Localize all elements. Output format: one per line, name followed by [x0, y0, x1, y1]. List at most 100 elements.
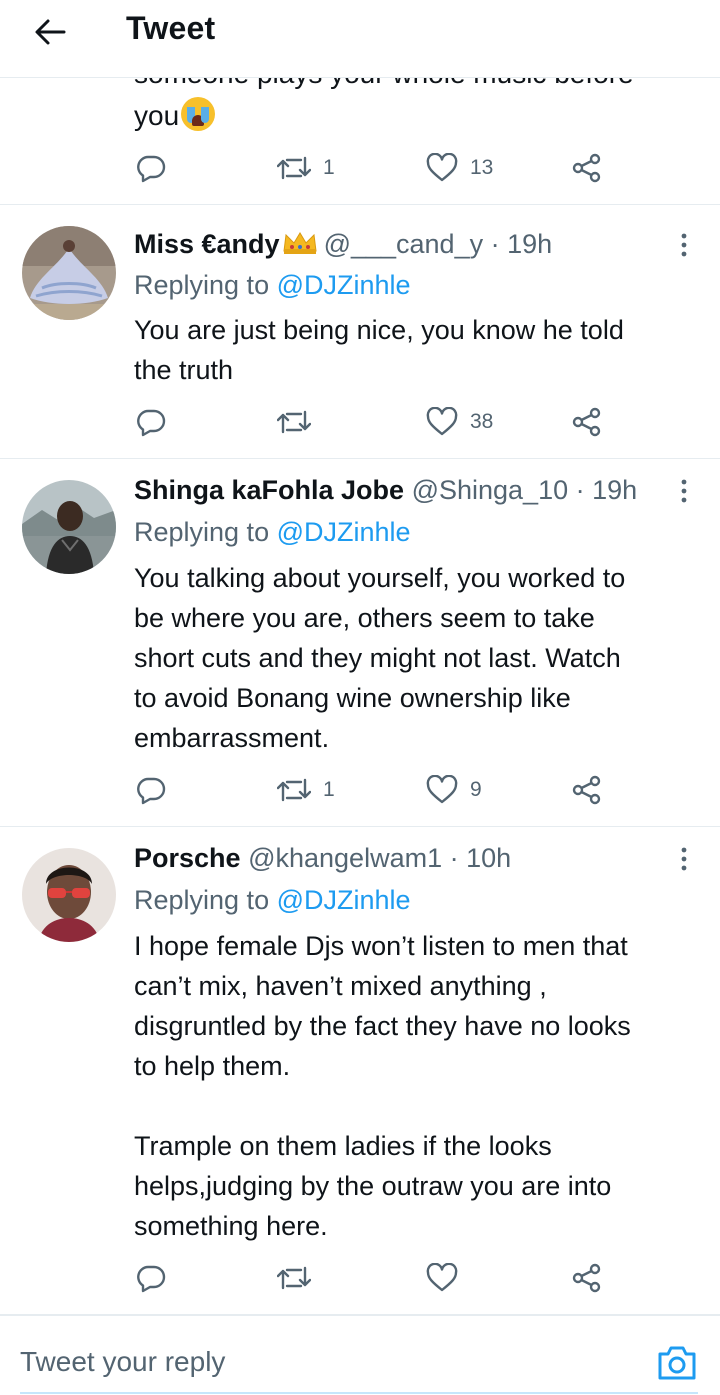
- replying-to-label: Replying to: [134, 885, 270, 915]
- share-icon: [572, 407, 601, 437]
- retweet-count: 1: [323, 778, 335, 801]
- replying-to-label: Replying to: [134, 270, 270, 300]
- tweet-text-line: helps,judging by the outraw you are into: [134, 1171, 612, 1201]
- tweet-text-line: Trample on them ladies if the looks: [134, 1131, 552, 1161]
- like-count: 38: [470, 410, 494, 433]
- tweet-text: You talking about yourself, you worked t…: [134, 558, 704, 758]
- retweet-icon: [277, 778, 311, 802]
- loudly-crying-face-icon: [181, 97, 216, 131]
- tweet-text-line: You are just being nice, you know he tol…: [134, 315, 624, 345]
- tweet-header: Shinga kaFohla Jobe @Shinga_10 · 19h: [134, 472, 637, 508]
- share-icon: [572, 775, 601, 805]
- reply-icon: [137, 155, 166, 183]
- page-title: Tweet: [126, 10, 216, 46]
- previous-tweet-line-text: you: [134, 100, 180, 131]
- divider: [0, 204, 720, 205]
- tweet-actions: 38: [136, 404, 606, 440]
- tweet-actions: 1 13: [136, 150, 606, 186]
- more-options-icon[interactable]: [672, 844, 696, 874]
- replying-to: Replying to @DJZinhle: [134, 514, 411, 550]
- avatar[interactable]: [22, 226, 116, 320]
- like-count: 9: [470, 778, 482, 801]
- user-handle[interactable]: @___cand_y: [324, 229, 484, 259]
- share-button[interactable]: [572, 404, 602, 440]
- like-count: 13: [470, 156, 494, 179]
- mention-link[interactable]: @DJZinhle: [277, 270, 411, 300]
- previous-tweet-line: you: [134, 96, 216, 136]
- reply-button[interactable]: [136, 772, 166, 808]
- input-underline: [20, 1392, 698, 1394]
- timestamp: · 10h: [449, 843, 512, 873]
- previous-tweet-line: someone plays your whole music before: [134, 78, 634, 94]
- display-name[interactable]: Porsche: [134, 843, 241, 873]
- user-handle[interactable]: @Shinga_10: [412, 475, 569, 505]
- mention-link[interactable]: @DJZinhle: [277, 885, 411, 915]
- tweet-text-line: embarrassment.: [134, 723, 330, 753]
- share-icon: [572, 153, 601, 183]
- back-arrow-icon[interactable]: [30, 14, 70, 50]
- timestamp: · 19h: [490, 229, 553, 259]
- tweet-text: I hope female Djs won’t listen to men th…: [134, 926, 704, 1246]
- share-button[interactable]: [572, 150, 602, 186]
- tweet-text-line: short cuts and they might not last. Watc…: [134, 643, 621, 673]
- display-name[interactable]: Miss €andy: [134, 229, 280, 259]
- tweet-text-line: can’t mix, haven’t mixed anything ,: [134, 971, 547, 1001]
- timestamp: · 19h: [575, 475, 638, 505]
- replying-to-label: Replying to: [134, 517, 270, 547]
- user-handle[interactable]: @khangelwam1: [248, 843, 442, 873]
- tweet-actions: [136, 1260, 606, 1296]
- reply-button[interactable]: [136, 150, 166, 186]
- retweet-button[interactable]: [277, 404, 323, 440]
- like-button[interactable]: 38: [426, 404, 493, 440]
- tweet-text: You are just being nice, you know he tol…: [134, 310, 704, 390]
- share-button[interactable]: [572, 1260, 602, 1296]
- reply-button[interactable]: [136, 1260, 166, 1296]
- reply-icon: [137, 1265, 166, 1293]
- crown-icon: [282, 228, 318, 264]
- heart-icon: [426, 775, 458, 804]
- divider: [0, 458, 720, 459]
- retweet-button[interactable]: [277, 1260, 323, 1296]
- retweet-icon: [277, 1266, 311, 1290]
- tweet-text-line: disgruntled by the fact they have no loo…: [134, 1011, 631, 1041]
- mention-link[interactable]: @DJZinhle: [277, 517, 411, 547]
- replying-to: Replying to @DJZinhle: [134, 267, 411, 303]
- retweet-button[interactable]: 1: [277, 772, 335, 808]
- like-button[interactable]: [426, 1260, 470, 1296]
- reply-compose-bar: Tweet your reply: [0, 1314, 720, 1395]
- retweet-count: 1: [323, 156, 335, 179]
- more-options-icon[interactable]: [672, 476, 696, 506]
- avatar[interactable]: [22, 480, 116, 574]
- tweet-text-line: to help them.: [134, 1051, 291, 1081]
- tweet-header: Miss €andy @___cand_y · 19h: [134, 226, 552, 264]
- display-name[interactable]: Shinga kaFohla Jobe: [134, 475, 404, 505]
- camera-icon[interactable]: [656, 1342, 698, 1382]
- heart-icon: [426, 1263, 458, 1292]
- heart-icon: [426, 153, 458, 182]
- reply-icon: [137, 777, 166, 805]
- like-button[interactable]: 9: [426, 772, 482, 808]
- tweet-text-line: be where you are, others seem to take: [134, 603, 595, 633]
- tweet-text-line: something here.: [134, 1211, 328, 1241]
- previous-tweet-text: someone plays your whole music before yo…: [134, 78, 704, 140]
- retweet-icon: [277, 156, 311, 180]
- tweet-text-line: [134, 1086, 704, 1126]
- tweet-actions: 1 9: [136, 772, 606, 808]
- top-bar: Tweet: [0, 0, 720, 78]
- retweet-icon: [277, 410, 311, 434]
- more-options-icon[interactable]: [672, 230, 696, 260]
- avatar[interactable]: [22, 848, 116, 942]
- reply-icon: [137, 409, 166, 437]
- divider: [0, 826, 720, 827]
- tweet-text-line: the truth: [134, 355, 234, 385]
- tweet-text-line: I hope female Djs won’t listen to men th…: [134, 931, 628, 961]
- share-icon: [572, 1263, 601, 1293]
- tweet-text-line: to avoid Bonang wine ownership like: [134, 683, 571, 713]
- reply-input[interactable]: Tweet your reply: [20, 1344, 225, 1380]
- share-button[interactable]: [572, 772, 602, 808]
- like-button[interactable]: 13: [426, 150, 493, 186]
- retweet-button[interactable]: 1: [277, 150, 335, 186]
- reply-button[interactable]: [136, 404, 166, 440]
- tweet-text-line: You talking about yourself, you worked t…: [134, 563, 626, 593]
- replying-to: Replying to @DJZinhle: [134, 882, 411, 918]
